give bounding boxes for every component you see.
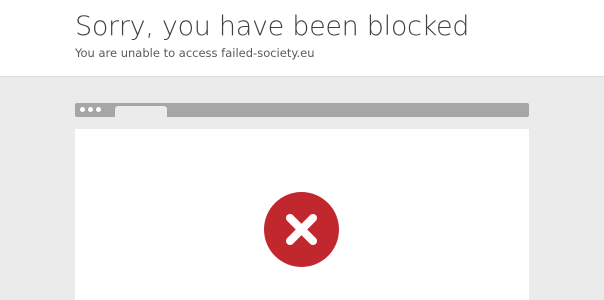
page-subtitle: You are unable to access failed-society.… bbox=[75, 46, 315, 60]
window-dot bbox=[80, 107, 85, 112]
window-dot bbox=[96, 107, 101, 112]
window-controls-illustration bbox=[80, 107, 101, 112]
window-dot bbox=[88, 107, 93, 112]
page-title: Sorry, you have been blocked bbox=[75, 11, 470, 42]
blocked-x-icon bbox=[264, 192, 339, 267]
browser-tab-illustration bbox=[115, 106, 167, 118]
page-header: Sorry, you have been blocked You are una… bbox=[0, 0, 604, 77]
